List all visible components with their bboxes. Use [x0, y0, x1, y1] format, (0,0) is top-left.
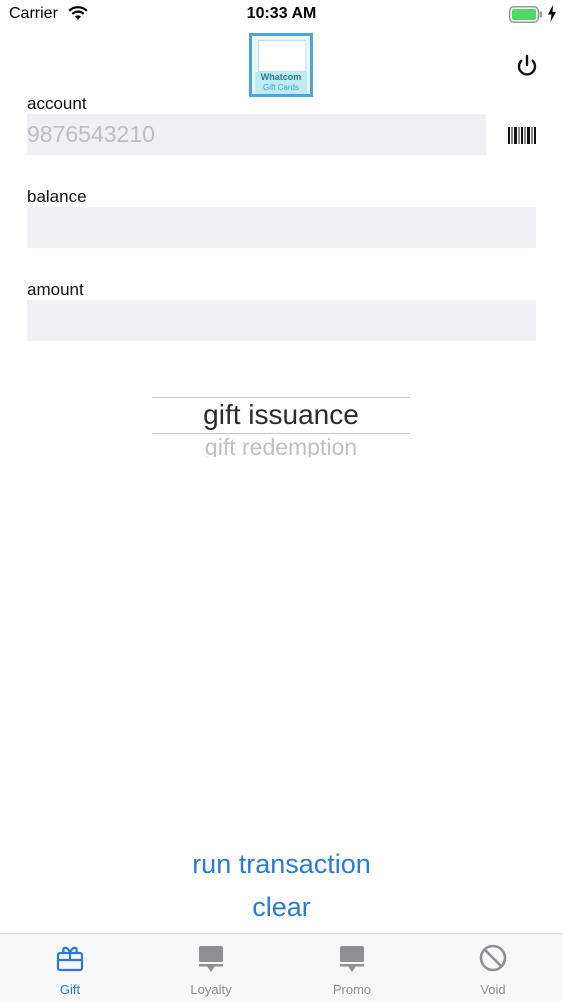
amount-label: amount: [27, 280, 84, 299]
logo-title: Whatcom: [260, 72, 302, 82]
app-logo: Whatcom Gift Cards: [249, 33, 313, 97]
tab-promo[interactable]: Promo: [282, 934, 422, 1001]
logo-subtitle: Gift Cards: [262, 83, 299, 92]
run-transaction-button[interactable]: run transaction: [0, 849, 563, 880]
gift-icon: [56, 946, 84, 972]
balance-field[interactable]: [27, 207, 536, 248]
clear-button[interactable]: clear: [0, 892, 563, 923]
picker-selected-option[interactable]: gift issuance: [152, 399, 410, 431]
tab-loyalty[interactable]: Loyalty: [141, 934, 281, 1001]
clock: 10:33 AM: [246, 5, 317, 22]
tab-promo-label: Promo: [332, 982, 372, 997]
charging-bolt-icon: [548, 5, 556, 22]
tab-gift-label: Gift: [59, 982, 81, 997]
barcode-icon[interactable]: [508, 127, 536, 144]
picker-next-option[interactable]: gift redemption: [152, 434, 410, 457]
tab-bar: Gift Loyalty Promo Void: [0, 933, 563, 1001]
promo-icon: [340, 946, 364, 972]
loyalty-icon: [199, 946, 223, 972]
account-label: account: [27, 94, 87, 113]
void-icon: [479, 944, 507, 972]
tab-void[interactable]: Void: [423, 934, 563, 1001]
power-icon[interactable]: [514, 53, 540, 79]
balance-label: balance: [27, 187, 87, 206]
amount-field[interactable]: [27, 300, 536, 341]
picker-top-divider: [152, 397, 410, 398]
tab-gift[interactable]: Gift: [0, 934, 140, 1001]
status-bar: Carrier 10:33 AM: [0, 0, 563, 30]
account-field[interactable]: 9876543210: [27, 114, 486, 155]
logo-card-graphic: [258, 40, 306, 72]
battery-icon: [509, 6, 542, 23]
tab-loyalty-label: Loyalty: [190, 982, 232, 997]
tab-void-label: Void: [480, 982, 506, 997]
transaction-type-picker[interactable]: gift issuance gift redemption: [152, 397, 410, 457]
account-value: 9876543210: [27, 121, 155, 147]
